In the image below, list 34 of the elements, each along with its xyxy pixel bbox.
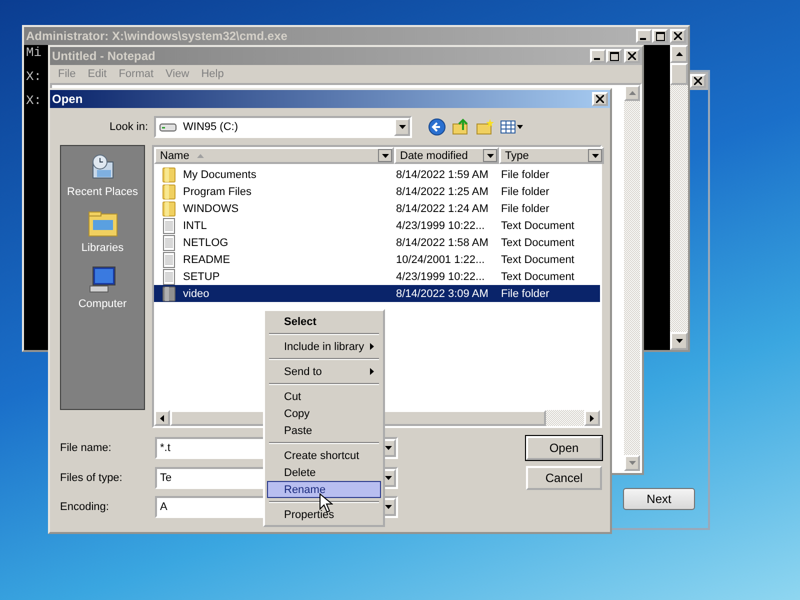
date-cell-text: 8/14/2022 1:58 AM [395,236,490,248]
console-text: X: [26,95,42,107]
file-name: NETLOG [182,236,230,248]
type-cell-text: File folder [500,186,550,198]
file-name: README [182,254,232,266]
window-title: Open [52,92,84,106]
file-name: INTL [182,220,208,232]
date-cell-text: 8/14/2022 1:24 AM [395,202,490,214]
date-cell-text: 4/23/1999 10:22... [395,270,486,282]
date-cell-text: 8/14/2022 1:25 AM [395,186,490,198]
type-cell-text: Text Document [500,236,576,248]
type-cell-text: File folder [500,202,550,214]
window-title: Untitled - Notepad [52,49,156,63]
date-cell-text: 4/23/1999 10:22... [395,220,486,232]
date-cell-text: 8/14/2022 3:09 AM [395,288,490,300]
date-cell-text: 10/24/2001 1:22... [395,254,486,266]
look-in-label: Look in: [108,121,148,133]
window-title: Administrator: X:\windows\system32\cmd.exe [26,29,288,43]
field-label: Files of type: [60,472,124,484]
file-name: Program Files [182,186,252,198]
field-label: Encoding: [60,501,110,513]
file-name: video [182,288,210,300]
file-name: SETUP [182,270,221,282]
type-cell-text: Text Document [500,220,576,232]
type-cell-text: Text Document [500,254,576,266]
type-cell-text: Text Document [500,270,576,282]
field-label: File name: [60,442,112,454]
console-text: X: [26,71,42,83]
file-name: My Documents [182,168,258,180]
date-cell-text: 8/14/2022 1:59 AM [395,168,490,180]
file-name: WINDOWS [182,202,240,214]
type-cell-text: File folder [500,168,550,180]
type-cell-text: File folder [500,288,550,300]
console-text: Mi [26,47,42,59]
